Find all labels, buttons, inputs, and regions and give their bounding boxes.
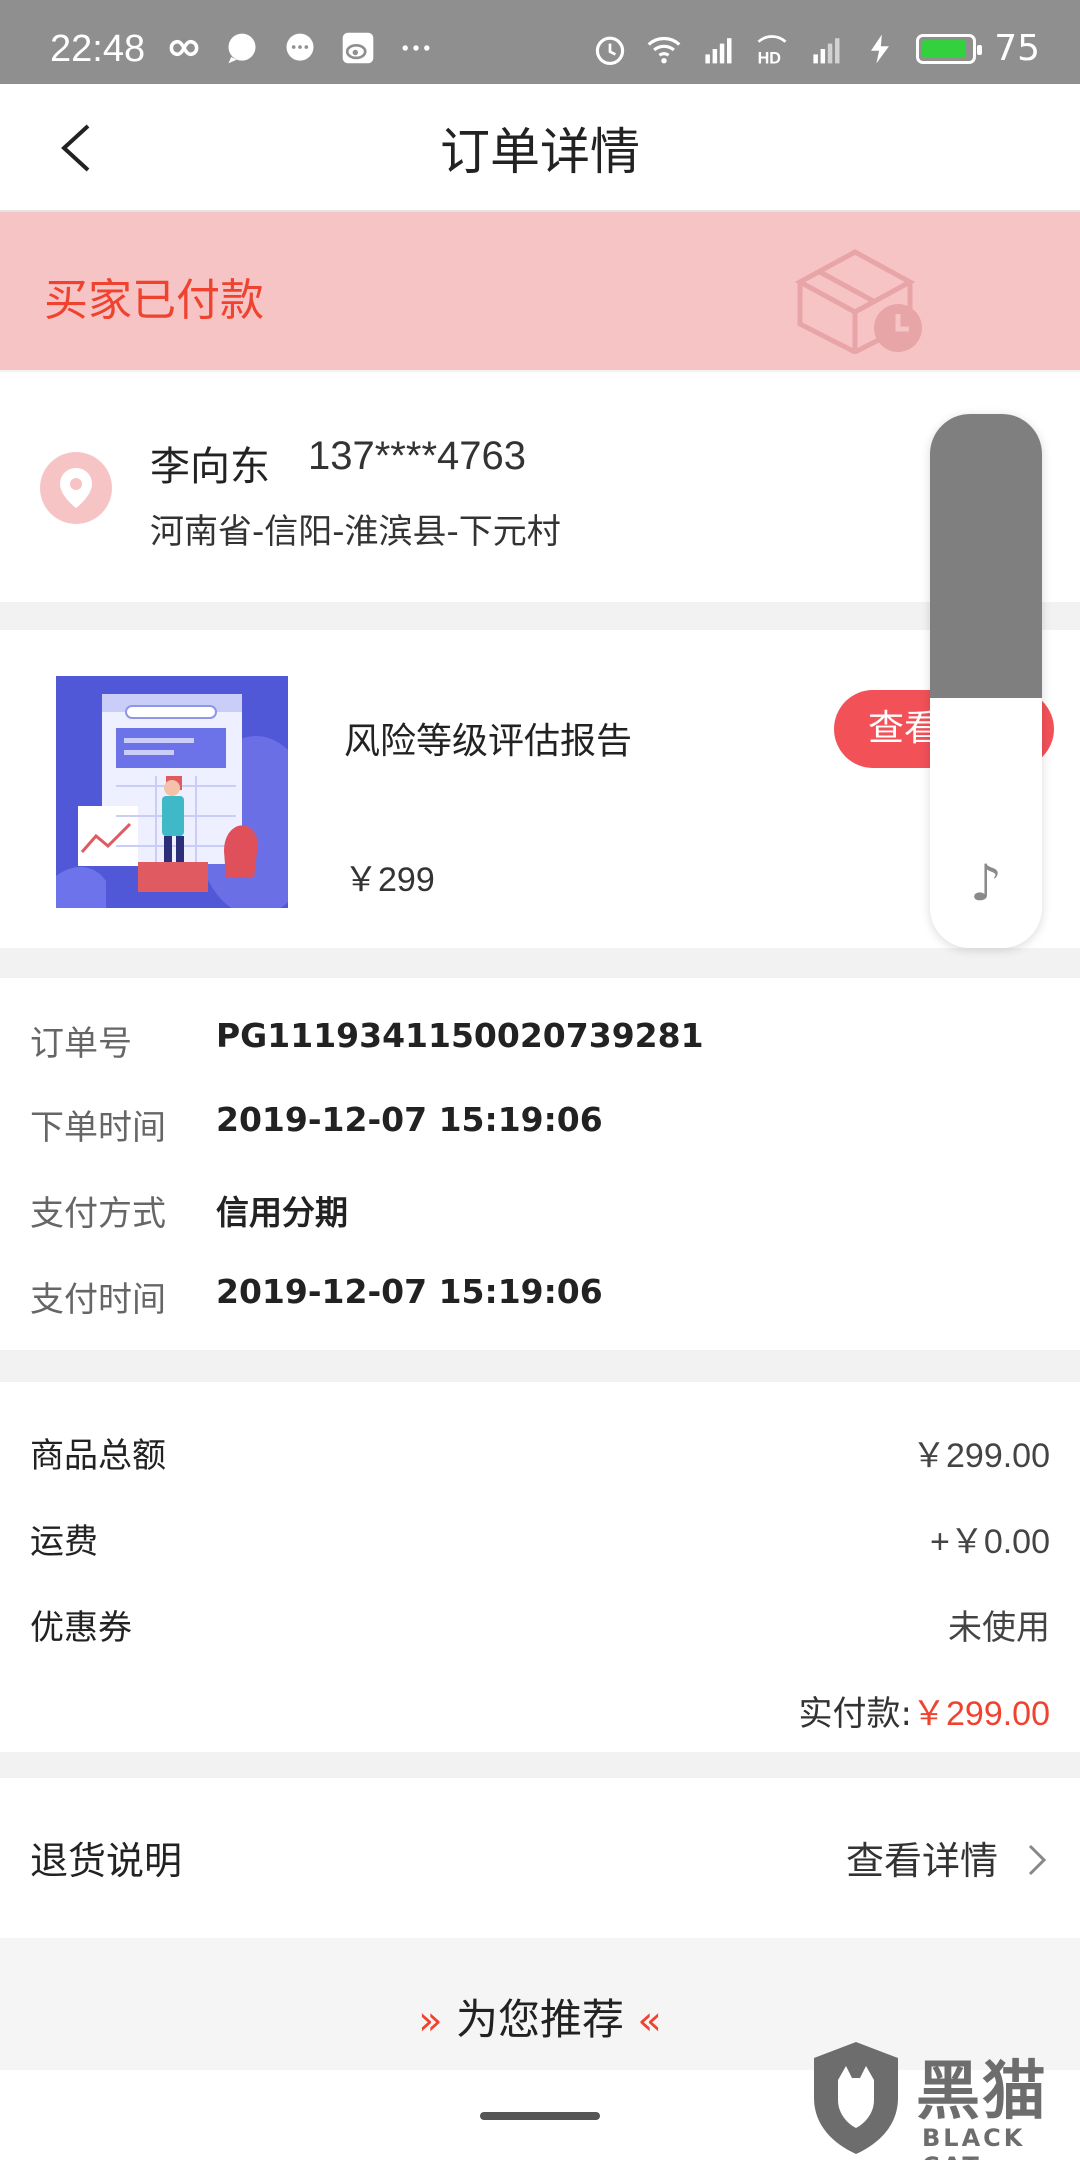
charging-icon	[871, 34, 890, 63]
payment-method: 信用分期	[216, 1193, 348, 1232]
amount-row-shipping: 运费 +￥0.00	[0, 1514, 1080, 1574]
info-row-order-time: 下单时间 2019-12-07 15:19:06	[0, 1100, 1080, 1160]
order-info-section: 订单号 PG1119341150020739281 下单时间 2019-12-0…	[0, 978, 1080, 1350]
status-bar: 22:48 HD 75	[0, 0, 1080, 84]
product-name: 风险等级评估报告	[344, 721, 633, 762]
app-header: 订单详情	[0, 84, 1080, 212]
amount-label: 优惠券	[30, 1608, 132, 1648]
info-label: 订单号	[30, 1024, 132, 1064]
order-status-text: 买家已付款	[44, 275, 264, 326]
order-time: 2019-12-07 15:19:06	[216, 1100, 603, 1139]
status-left-icons	[166, 30, 434, 66]
chat-bubble-icon	[228, 33, 256, 64]
hd-icon: HD	[757, 34, 787, 67]
order-number: PG1119341150020739281	[216, 1016, 704, 1055]
return-policy-label: 退货说明	[30, 1839, 183, 1883]
signal-4g-icon	[705, 37, 732, 63]
watermark-cn: 黑猫	[916, 2055, 1048, 2129]
floating-music-widget[interactable]: ♪	[930, 414, 1042, 948]
home-indicator[interactable]	[480, 2112, 600, 2120]
message-icon	[286, 33, 314, 61]
more-dots-icon	[402, 45, 430, 51]
double-chevron-left-icon: «	[637, 1998, 662, 2044]
watermark-en: BLACK CAT	[922, 2124, 1026, 2160]
amount-summary-section: 商品总额 ￥299.00 运费 +￥0.00 优惠券 未使用 实付款:￥299.…	[0, 1382, 1080, 1752]
wifi-icon	[647, 36, 681, 63]
info-label: 支付时间	[30, 1280, 166, 1320]
amount-value: ￥299.00	[912, 1437, 1050, 1475]
info-row-pay-time: 支付时间 2019-12-07 15:19:06	[0, 1272, 1080, 1332]
return-policy-row[interactable]: 退货说明 查看详情	[0, 1778, 1080, 1938]
product-card[interactable]: 风险等级评估报告 ￥299 查看	[0, 630, 1080, 948]
battery-icon	[916, 33, 983, 64]
chevron-right-icon	[1028, 1844, 1047, 1876]
infinity-icon	[169, 39, 199, 57]
amount-value: +￥0.00	[929, 1523, 1050, 1561]
info-label: 支付方式	[30, 1194, 166, 1234]
info-row-pay-method: 支付方式 信用分期	[0, 1186, 1080, 1246]
recipient-phone: 137****4763	[308, 434, 526, 478]
cat-shield-logo-icon	[814, 2042, 898, 2154]
info-label: 下单时间	[30, 1108, 166, 1148]
shipping-address-card[interactable]: 李向东 137****4763 河南省-信阳-淮滨县-下元村	[0, 372, 1080, 602]
amount-row-coupon: 优惠券 未使用	[0, 1600, 1080, 1660]
location-pin-icon	[40, 452, 112, 524]
weibo-icon	[342, 32, 374, 64]
paid-value: ￥299.00	[912, 1695, 1050, 1733]
status-time: 22:48	[50, 28, 146, 70]
product-thumbnail	[56, 676, 288, 908]
recommend-heading: » 为您推荐 «	[0, 1986, 1080, 2047]
recommend-label: 为您推荐	[455, 1995, 624, 2044]
alarm-icon	[596, 36, 625, 65]
double-chevron-right-icon: »	[418, 1998, 443, 2044]
widget-dark-panel	[930, 414, 1042, 698]
package-clock-icon	[794, 249, 922, 354]
amount-value: 未使用	[948, 1609, 1050, 1647]
info-row-order-no: 订单号 PG1119341150020739281	[0, 1016, 1080, 1076]
signal-4g-icon	[813, 37, 840, 63]
order-status-banner: 买家已付款	[0, 212, 1080, 370]
battery-level: 75	[994, 28, 1040, 69]
payment-time: 2019-12-07 15:19:06	[216, 1272, 603, 1311]
music-note-icon[interactable]: ♪	[970, 854, 1002, 912]
amount-row-subtotal: 商品总额 ￥299.00	[0, 1428, 1080, 1488]
address-line: 河南省-信阳-淮滨县-下元村	[150, 512, 561, 552]
product-price: ￥299	[344, 861, 435, 899]
page-title: 订单详情	[440, 123, 640, 181]
recipient-name: 李向东	[150, 444, 270, 490]
amount-label: 商品总额	[30, 1436, 166, 1476]
view-details-link[interactable]: 查看详情	[846, 1830, 998, 1885]
paid-total: 实付款:￥299.00	[799, 1686, 1050, 1735]
amount-label: 运费	[30, 1522, 98, 1562]
blackcat-watermark: 黑猫 BLACK CAT	[804, 2040, 1080, 2160]
paid-label: 实付款:	[798, 1694, 912, 1734]
status-right-icons: HD 75	[592, 28, 1040, 69]
svg-text:HD: HD	[758, 49, 782, 67]
